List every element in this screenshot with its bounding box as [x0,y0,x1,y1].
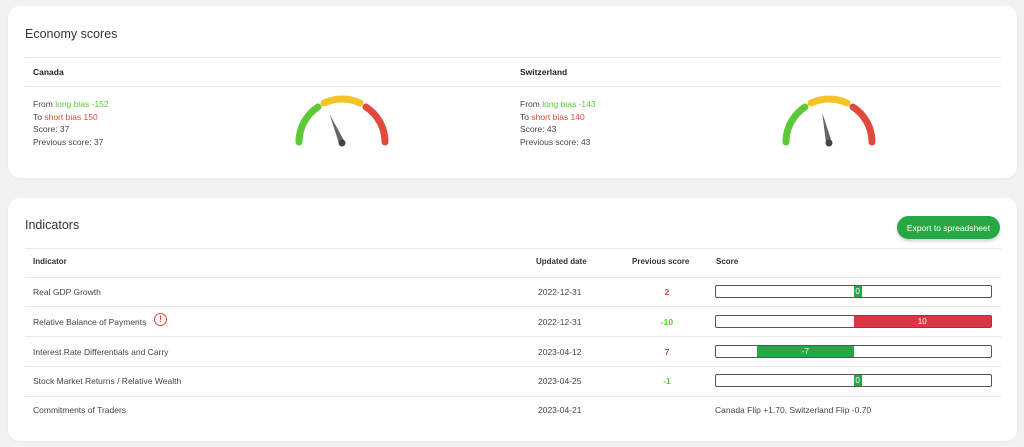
from-line: From long bias -143 [520,98,596,111]
score-bar-fill: 0 [853,286,862,297]
table-row: Relative Balance of Payments ! 2022-12-3… [25,307,1001,336]
previous-score: -1 [663,376,671,386]
previous-score: -10 [660,317,674,327]
exclamation-circle-icon[interactable]: ! [154,313,167,326]
column-header-indicator: Indicator [33,257,67,266]
indicators-title: Indicators [25,218,80,232]
score-bar-label: 0 [855,376,860,385]
indicators-card: Indicators Export to spreadsheet Indicat… [8,198,1017,441]
column-header-updated-date: Updated date [536,257,587,266]
country-info-switzerland: From long bias -143 To short bias 140 Sc… [520,98,596,148]
gauge-canada [295,95,389,147]
economy-scores-title: Economy scores [25,27,118,41]
country-info-canada: From long bias -152 To short bias 150 Sc… [33,98,109,148]
to-prefix: To [520,111,532,122]
score-bar-fill: 0 [853,375,862,386]
from-bias: long bias -143 [542,99,596,109]
score-bar: 10 [715,315,992,328]
from-bias: long bias -152 [55,99,109,109]
previous-score: 2 [664,287,670,297]
table-row: Commitments of Traders 2023-04-21 Canada… [25,397,1001,426]
column-header-previous-score: Previous score [632,257,690,266]
score-bar-fill: -7 [757,346,854,357]
from-prefix: From [33,99,56,109]
from-prefix: From [520,99,543,109]
score-line: Score: 37 [33,124,70,134]
table-row: Real GDP Growth 2022-12-31 2 0 [25,278,1001,307]
indicator-name: Relative Balance of Payments [33,317,147,327]
score-line: Score: 43 [520,124,557,134]
to-line: To short bias 150 [33,111,109,124]
country-name-canada: Canada [33,67,64,77]
to-bias: short bias 150 [44,111,98,122]
indicator-name: Commitments of Traders [33,405,127,415]
previous-score: 7 [664,347,670,357]
country-name-switzerland: Switzerland [520,67,568,77]
updated-date: 2022-12-31 [538,317,582,327]
indicator-name: Real GDP Growth [33,287,101,297]
score-bar: 0 [715,374,992,387]
previous-score-line: Previous score: 43 [520,136,591,147]
indicator-name: Stock Market Returns / Relative Wealth [33,376,182,386]
score-bar: 0 [715,285,992,298]
column-header-score: Score [716,257,739,266]
previous-score-line: Previous score: 37 [33,136,104,147]
updated-date: 2023-04-12 [538,347,582,357]
from-line: From long bias -152 [33,98,109,111]
table-row: Interest Rate Differentials and Carry 20… [25,337,1001,366]
to-prefix: To [33,111,45,122]
table-row: Stock Market Returns / Relative Wealth 2… [25,367,1001,396]
to-bias: short bias 140 [531,111,585,122]
score-bar-label: -7 [801,347,809,356]
divider [25,248,1001,249]
score-text: Canada Flip +1.70, Switzerland Flip -0.7… [715,405,872,415]
updated-date: 2023-04-25 [538,376,582,386]
updated-date: 2023-04-21 [538,405,582,415]
divider [25,86,1001,87]
gauge-switzerland [782,95,876,147]
score-bar: -7 [715,345,992,358]
to-line: To short bias 140 [520,111,596,124]
economy-scores-card: Economy scores Canada From long bias -15… [8,6,1017,178]
indicator-name: Interest Rate Differentials and Carry [33,347,169,357]
score-bar-label: 0 [855,287,860,296]
score-bar-label: 10 [917,317,927,326]
export-to-spreadsheet-button[interactable]: Export to spreadsheet [897,216,1000,239]
updated-date: 2022-12-31 [538,287,582,297]
score-bar-fill: 10 [853,316,991,327]
divider [25,57,1001,58]
